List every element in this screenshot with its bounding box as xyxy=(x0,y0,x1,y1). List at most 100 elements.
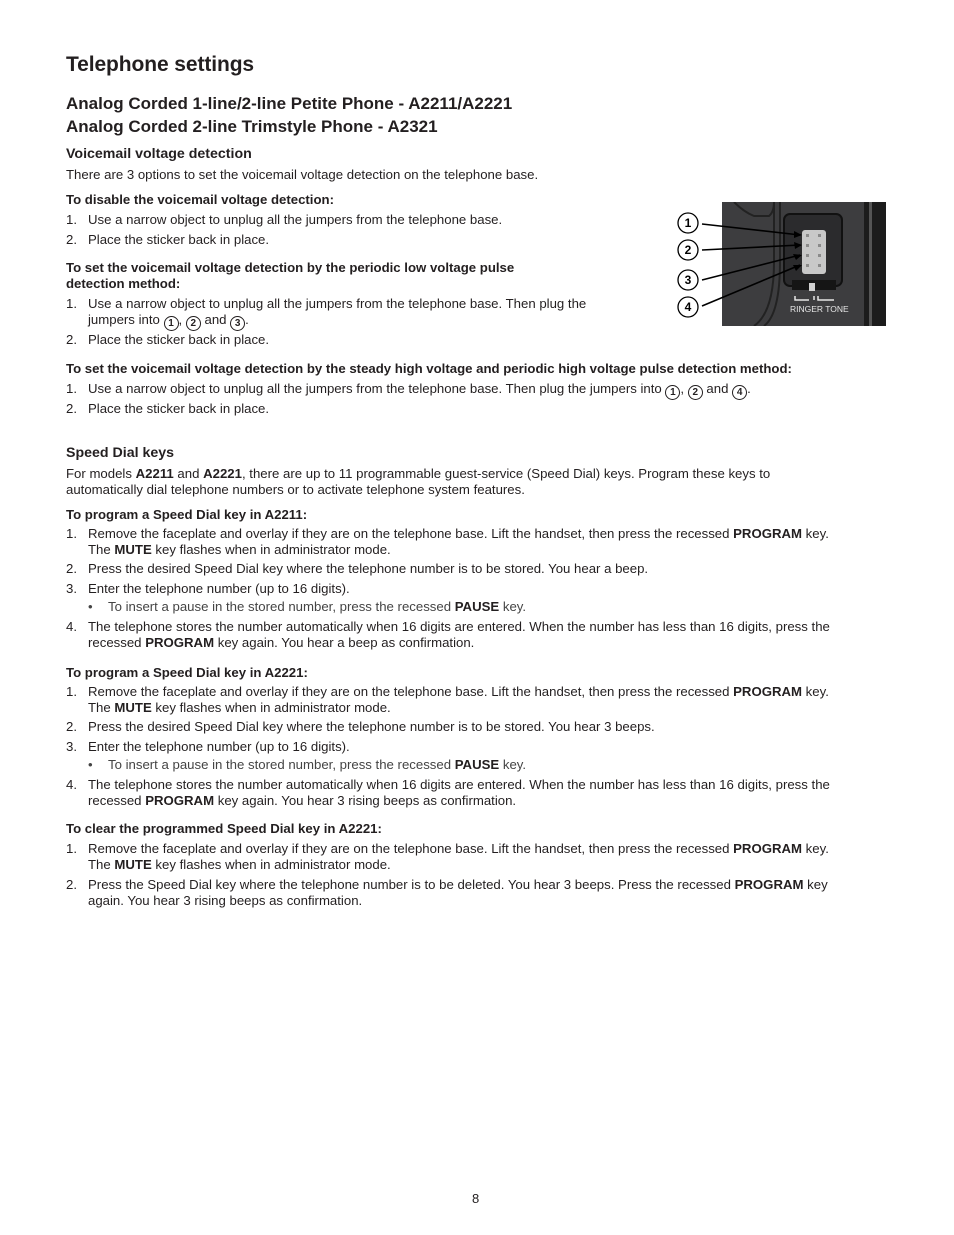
list-item: 3. Enter the telephone number (up to 16 … xyxy=(66,581,881,597)
separator: and xyxy=(200,311,231,327)
list-item: 1. Use a narrow object to unplug all the… xyxy=(66,381,881,400)
low-pulse-title-line2: detection method: xyxy=(66,276,181,291)
step-number: 1. xyxy=(66,212,77,227)
step-number: 1. xyxy=(66,296,77,311)
model-heading-trimstyle: Analog Corded 2-line Trimstyle Phone - A… xyxy=(66,117,438,136)
mute-key-label: MUTE xyxy=(114,699,152,715)
step-text-line: Use a narrow object to unplug all the ju… xyxy=(88,381,666,396)
bullet-icon: • xyxy=(88,599,93,614)
separator: , xyxy=(680,381,688,396)
list-item: 1. Remove the faceplate and overlay if t… xyxy=(66,684,881,716)
separator: and xyxy=(702,381,733,396)
step-text: Place the sticker back in place. xyxy=(88,401,270,416)
low-pulse-title-line1: To set the voicemail voltage detection b… xyxy=(66,260,515,275)
jumper-diagram-svg: RINGER TONE 1 2 3 4 xyxy=(677,201,886,327)
program-key-label: PROGRAM xyxy=(145,792,215,808)
callout-label-2: 2 xyxy=(685,243,692,257)
mute-key-label: MUTE xyxy=(114,856,152,872)
voicemail-heading: Voicemail voltage detection xyxy=(66,146,252,162)
model-a2211: A2211 xyxy=(135,466,174,481)
ringer-tone-label: RINGER TONE xyxy=(790,304,849,314)
list-item: 1. Remove the faceplate and overlay if t… xyxy=(66,841,881,873)
step-number: 2. xyxy=(66,332,77,347)
list-item: 1. Use a narrow object to unplug all the… xyxy=(66,296,626,331)
clear-title: To clear the programmed Speed Dial key i… xyxy=(66,821,382,836)
model-heading-petite: Analog Corded 1-line/2-line Petite Phone… xyxy=(66,94,513,113)
bullet-item: • To insert a pause in the stored number… xyxy=(88,757,526,773)
step-number: 2. xyxy=(66,877,77,892)
step-text: Remove the faceplate and overlay if they… xyxy=(88,526,829,557)
callout-circle-1: 1 xyxy=(665,385,681,400)
callout-label-4: 4 xyxy=(685,300,692,314)
program-key-label: PROGRAM xyxy=(733,841,803,856)
panel-edge xyxy=(864,202,886,326)
list-item: 4. The telephone stores the number autom… xyxy=(66,777,881,809)
model-a2221: A2221 xyxy=(203,466,242,481)
a2221-title: To program a Speed Dial key in A2221: xyxy=(66,665,308,680)
callout-circle-2: 2 xyxy=(185,315,201,331)
step-number: 4. xyxy=(66,777,77,792)
step-number: 2. xyxy=(66,719,77,734)
list-item: 2. Place the sticker back in place. xyxy=(66,401,881,417)
page-title: Telephone settings xyxy=(66,53,254,76)
callout-circle-1: 1 xyxy=(163,315,179,331)
step-text-line: jumpers into xyxy=(88,311,164,327)
program-key-label: PROGRAM xyxy=(145,634,215,650)
pause-key-label: PAUSE xyxy=(454,757,500,772)
step-number: 1. xyxy=(66,841,77,856)
step-text-line: Use a narrow object to unplug all the ju… xyxy=(88,296,587,311)
pause-key-label: PAUSE xyxy=(454,599,500,614)
intro-text: , there are up to 11 programmable guest-… xyxy=(241,466,771,481)
step-text: Remove the faceplate and overlay if they… xyxy=(88,841,829,872)
callout-label-1: 1 xyxy=(685,216,692,230)
program-key-label: PROGRAM xyxy=(734,877,804,892)
step-text: Use a narrow object to unplug all the ju… xyxy=(88,381,881,400)
step-number: 4. xyxy=(66,619,77,634)
list-item: 3. Enter the telephone number (up to 16 … xyxy=(66,739,881,755)
program-key-label: PROGRAM xyxy=(733,684,803,699)
step-text: Enter the telephone number (up to 16 dig… xyxy=(88,581,350,596)
step-text: Press the desired Speed Dial key where t… xyxy=(88,719,655,734)
list-item: 2. Press the desired Speed Dial key wher… xyxy=(66,561,881,577)
step-number: 1. xyxy=(66,684,77,699)
program-key-label: PROGRAM xyxy=(733,526,803,541)
separator: . xyxy=(747,381,751,396)
bullet-item: • To insert a pause in the stored number… xyxy=(88,599,526,615)
step-text: Press the Speed Dial key where the telep… xyxy=(88,877,828,908)
list-item: 4. The telephone stores the number autom… xyxy=(66,619,881,651)
step-number: 2. xyxy=(66,232,77,247)
page-number: 8 xyxy=(472,1191,480,1206)
intro-text: and xyxy=(173,466,204,481)
jumper-block xyxy=(802,230,826,274)
step-text: Remove the faceplate and overlay if they… xyxy=(88,684,829,715)
step-text: Enter the telephone number (up to 16 dig… xyxy=(88,739,350,754)
panel-edge-line xyxy=(869,202,872,326)
bullet-text: To insert a pause in the stored number, … xyxy=(108,757,527,772)
step-text: The telephone stores the number automati… xyxy=(88,619,830,650)
intro-text: For models xyxy=(66,466,136,481)
list-item: 2. Press the Speed Dial key where the te… xyxy=(66,877,881,909)
high-pulse-title: To set the voicemail voltage detection b… xyxy=(66,361,792,376)
step-text: Press the desired Speed Dial key where t… xyxy=(88,561,649,576)
step-number: 2. xyxy=(66,561,77,576)
jumper-diagram: RINGER TONE 1 2 3 4 xyxy=(674,201,886,327)
callout-circle-3: 3 xyxy=(230,315,246,331)
voicemail-intro: There are 3 options to set the voicemail… xyxy=(66,167,539,182)
list-item: 1. Remove the faceplate and overlay if t… xyxy=(66,526,881,558)
speed-dial-heading: Speed Dial keys xyxy=(66,445,175,461)
bullet-text: To insert a pause in the stored number, … xyxy=(108,599,527,614)
speed-dial-intro: For models A2211 and A2221, there are up… xyxy=(66,466,881,498)
step-number: 2. xyxy=(66,401,77,416)
step-text: Use a narrow object to unplug all the ju… xyxy=(88,296,626,331)
separator: , xyxy=(178,311,186,327)
list-item: 2. Press the desired Speed Dial key wher… xyxy=(66,719,881,735)
step-number: 3. xyxy=(66,739,77,754)
disable-title: To disable the voicemail voltage detecti… xyxy=(66,192,334,207)
intro-text: automatically dial telephone numbers or … xyxy=(66,481,525,497)
step-number: 1. xyxy=(66,526,77,541)
step-number: 3. xyxy=(66,581,77,596)
callout-label-3: 3 xyxy=(685,273,692,287)
mute-key-label: MUTE xyxy=(114,541,152,557)
bullet-icon: • xyxy=(88,757,93,772)
callout-circle-4: 4 xyxy=(732,385,748,400)
